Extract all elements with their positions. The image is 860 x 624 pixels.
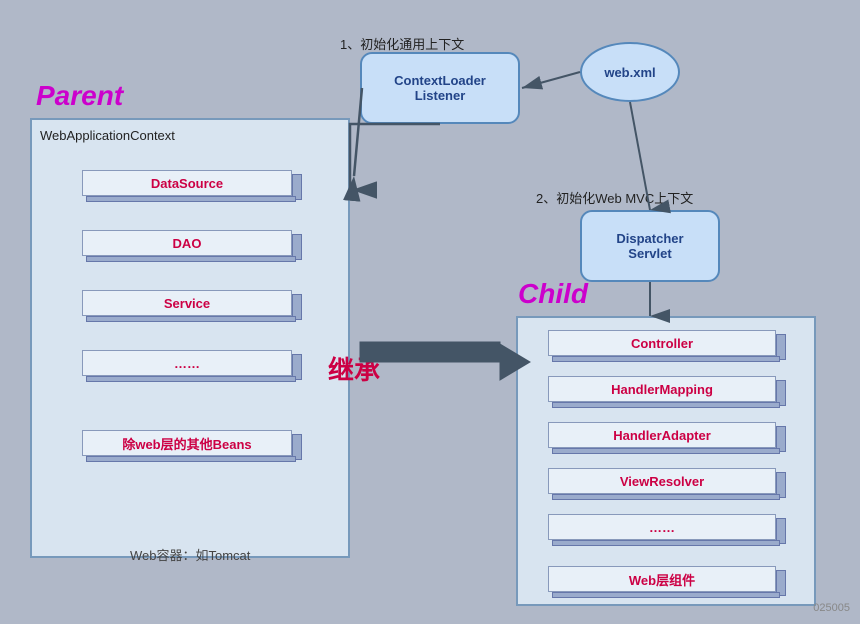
child-container: Controller HandlerMapping HandlerAdapter… [516,316,816,606]
handler-adapter-label: HandlerAdapter [613,428,711,443]
child-label: Child [518,278,588,310]
dispatcher-box: DispatcherServlet [580,210,720,282]
web-component-bar: Web层组件 [548,566,788,598]
service-bar: Service [82,290,302,322]
web-component-label: Web层组件 [629,570,695,589]
view-resolver-label: ViewResolver [620,474,704,489]
handler-mapping-bar: HandlerMapping [548,376,788,408]
other-beans-bar: 除web层的其他Beans [82,430,302,462]
handler-mapping-label: HandlerMapping [611,382,713,397]
child-dots-label: …… [649,520,675,535]
context-loader-text: ContextLoaderListener [394,73,486,103]
step2-label: 2、初始化Web MVC上下文 [536,188,693,207]
dispatcher-text: DispatcherServlet [616,231,683,261]
step1-label: 1、初始化通用上下文 [340,34,464,53]
dao-bar: DAO [82,230,302,262]
parent-container: WebApplicationContext DataSource DAO Ser… [30,118,350,558]
controller-bar: Controller [548,330,788,362]
webxml-text: web.xml [604,65,655,80]
datasource-bar: DataSource [82,170,302,202]
controller-label: Controller [631,336,693,351]
parent-context-label: WebApplicationContext [40,128,175,143]
context-loader-box: ContextLoaderListener [360,52,520,124]
view-resolver-bar: ViewResolver [548,468,788,500]
datasource-label: DataSource [151,176,223,191]
dots-label: …… [174,356,200,371]
other-beans-label: 除web层的其他Beans [122,434,251,453]
web-container-label: Web容器：如Tomcat [130,545,250,564]
jicheng-label: 继承 [328,350,380,387]
dots-bar: …… [82,350,302,382]
service-label: Service [164,296,210,311]
child-dots-bar: …… [548,514,788,546]
handler-adapter-bar: HandlerAdapter [548,422,788,454]
watermark: 025005 [813,602,850,614]
dao-label: DAO [173,236,202,251]
parent-label: Parent [36,80,123,112]
webxml-oval: web.xml [580,42,680,102]
